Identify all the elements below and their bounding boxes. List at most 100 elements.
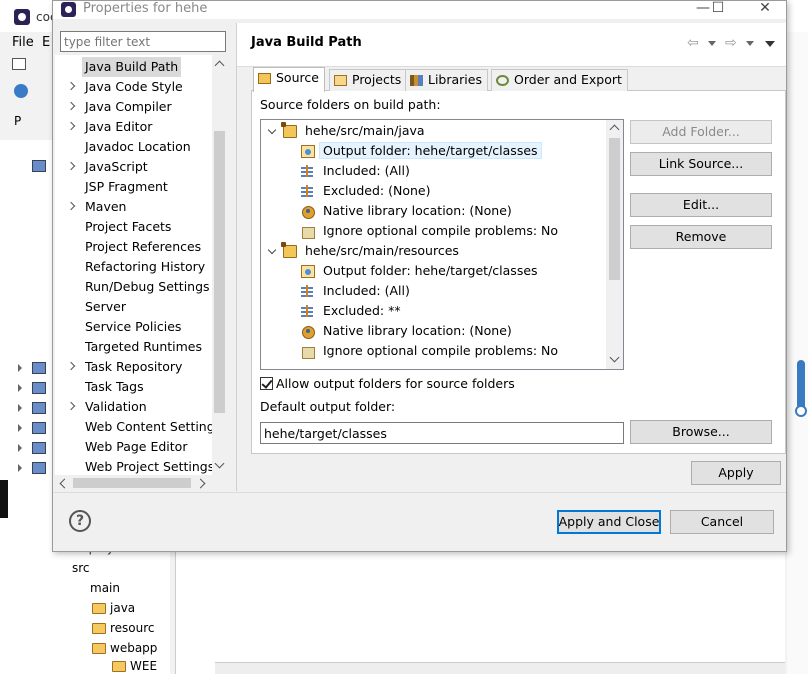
remove-button[interactable]: Remove (630, 225, 772, 249)
expand-icon[interactable] (18, 444, 22, 452)
menu-edit[interactable]: E (42, 35, 50, 50)
tree-item-java[interactable]: java (92, 601, 135, 615)
tree-attribute-row[interactable]: Output folder: hehe/target/classes (301, 141, 542, 161)
new-icon[interactable] (12, 58, 26, 70)
globe-icon[interactable] (14, 84, 28, 98)
tree-item-web-inf[interactable]: WEE (112, 659, 157, 673)
nav-item[interactable]: Task Repository (55, 357, 210, 377)
package-explorer-tab[interactable]: P (14, 114, 21, 128)
allow-output-folders-label[interactable]: Allow output folders for source folders (276, 376, 515, 391)
maximize-button[interactable]: ☐ (703, 1, 733, 17)
expand-icon[interactable] (18, 364, 22, 372)
chevron-right-icon[interactable] (66, 121, 76, 131)
scroll-down-icon[interactable] (609, 352, 620, 363)
chevron-right-icon[interactable] (66, 401, 76, 411)
back-arrow-icon[interactable]: ⇦ (687, 35, 699, 51)
tree-attribute-row[interactable]: Excluded: (None) (301, 181, 433, 201)
tree-attribute-row[interactable]: Excluded: ** (301, 301, 404, 321)
tree-attribute-row[interactable]: Native library location: (None) (301, 201, 515, 221)
tree-item-webapp[interactable]: webapp (92, 641, 157, 655)
zoom-slider-handle[interactable] (795, 405, 807, 417)
nav-item[interactable]: Web Content Settings (55, 417, 221, 437)
nav-item[interactable]: Web Page Editor (55, 437, 210, 457)
scroll-right-icon[interactable] (195, 478, 206, 489)
tree-item-main[interactable]: main (90, 581, 120, 595)
tree-attribute-row[interactable]: Included: (All) (301, 281, 413, 301)
cancel-button[interactable]: Cancel (670, 510, 774, 534)
nav-item[interactable]: Java Code Style (55, 77, 210, 97)
chevron-right-icon[interactable] (66, 161, 76, 171)
chevron-down-icon[interactable] (267, 245, 277, 255)
tab-order-and-export[interactable]: Order and Export (491, 69, 628, 91)
nav-item[interactable]: Project References (55, 237, 210, 257)
nav-hscroll-thumb[interactable] (73, 478, 191, 488)
chevron-right-icon[interactable] (66, 81, 76, 91)
tree-attribute-row[interactable]: Ignore optional compile problems: No (301, 221, 561, 241)
tab-source[interactable]: Source (253, 67, 325, 92)
close-button[interactable]: ✕ (750, 1, 780, 17)
nav-item[interactable]: Web Project Settings (55, 457, 214, 475)
back-dropdown-icon[interactable] (708, 41, 716, 46)
tab-projects[interactable]: Projects (329, 69, 408, 91)
tree-attribute-row[interactable]: Output folder: hehe/target/classes (301, 261, 541, 281)
editor-horizontal-scrollbar[interactable] (215, 662, 785, 674)
tree-attribute-row[interactable]: Included: (All) (301, 161, 413, 181)
source-folder-row[interactable]: hehe/src/main/resources (267, 241, 462, 261)
apply-and-close-button[interactable]: Apply and Close (557, 510, 661, 534)
scroll-down-icon[interactable] (214, 458, 225, 469)
background-editor[interactable] (175, 535, 785, 674)
chevron-right-icon[interactable] (66, 101, 76, 111)
expand-icon[interactable] (18, 464, 22, 472)
help-icon[interactable]: ? (69, 510, 91, 532)
scroll-left-icon[interactable] (59, 478, 70, 489)
menu-file[interactable]: File (12, 35, 34, 50)
allow-output-folders-checkbox[interactable] (260, 377, 273, 390)
source-folders-tree[interactable]: hehe/src/main/java Output folder: hehe/ta… (260, 119, 624, 370)
nav-item[interactable]: Maven (55, 197, 210, 217)
source-folder-row[interactable]: hehe/src/main/java (267, 121, 428, 141)
nav-item[interactable]: Targeted Runtimes (55, 337, 210, 357)
browse-button[interactable]: Browse... (630, 420, 772, 444)
tree-item-src[interactable]: src (72, 561, 90, 575)
nav-item[interactable]: Javadoc Location (55, 137, 210, 157)
chevron-right-icon[interactable] (66, 201, 76, 211)
tab-libraries[interactable]: Libraries (405, 69, 488, 91)
nav-item[interactable]: Server (55, 297, 210, 317)
link-source-button[interactable]: Link Source... (630, 152, 772, 176)
nav-item[interactable]: Refactoring History (55, 257, 210, 277)
expand-icon[interactable] (18, 384, 22, 392)
nav-item[interactable]: Run/Debug Settings (55, 277, 210, 297)
add-folder-button[interactable]: Add Folder... (630, 120, 772, 144)
chevron-right-icon[interactable] (66, 361, 76, 371)
sash-divider[interactable] (236, 23, 237, 491)
view-menu-icon[interactable] (765, 41, 775, 47)
tree-attribute-row[interactable]: Ignore optional compile problems: No (301, 341, 561, 361)
nav-item[interactable]: Service Policies (55, 317, 210, 337)
scroll-up-icon[interactable] (609, 124, 620, 135)
tree-item-resources[interactable]: resourc (92, 621, 155, 635)
nav-item[interactable]: Java Build Path (55, 57, 210, 77)
nav-item[interactable]: Java Editor (55, 117, 210, 137)
nav-item[interactable]: JSP Fragment (55, 177, 210, 197)
nav-horizontal-scrollbar[interactable] (55, 475, 210, 491)
forward-dropdown-icon[interactable] (746, 41, 754, 46)
nav-item[interactable]: Validation (55, 397, 210, 417)
tree-attribute-row[interactable]: Native library location: (None) (301, 321, 515, 341)
nav-item[interactable]: JavaScript (55, 157, 210, 177)
chevron-down-icon[interactable] (267, 125, 277, 135)
edit-button[interactable]: Edit... (630, 193, 772, 217)
default-output-folder-input[interactable] (260, 422, 624, 444)
expand-icon[interactable] (18, 404, 22, 412)
scroll-up-icon[interactable] (214, 60, 225, 71)
nav-vertical-scrollbar[interactable] (212, 55, 227, 475)
dialog-titlebar[interactable]: Properties for hehe — ☐ ✕ (53, 1, 786, 19)
source-tree-scroll-thumb[interactable] (609, 138, 620, 280)
expand-icon[interactable] (18, 424, 22, 432)
apply-button[interactable]: Apply (691, 461, 781, 485)
nav-item[interactable]: Java Compiler (55, 97, 210, 117)
filter-input[interactable] (60, 31, 226, 52)
nav-scroll-thumb[interactable] (214, 131, 225, 413)
source-tree-vertical-scrollbar[interactable] (606, 120, 623, 369)
forward-arrow-icon[interactable]: ⇨ (725, 35, 737, 51)
nav-item[interactable]: Task Tags (55, 377, 210, 397)
